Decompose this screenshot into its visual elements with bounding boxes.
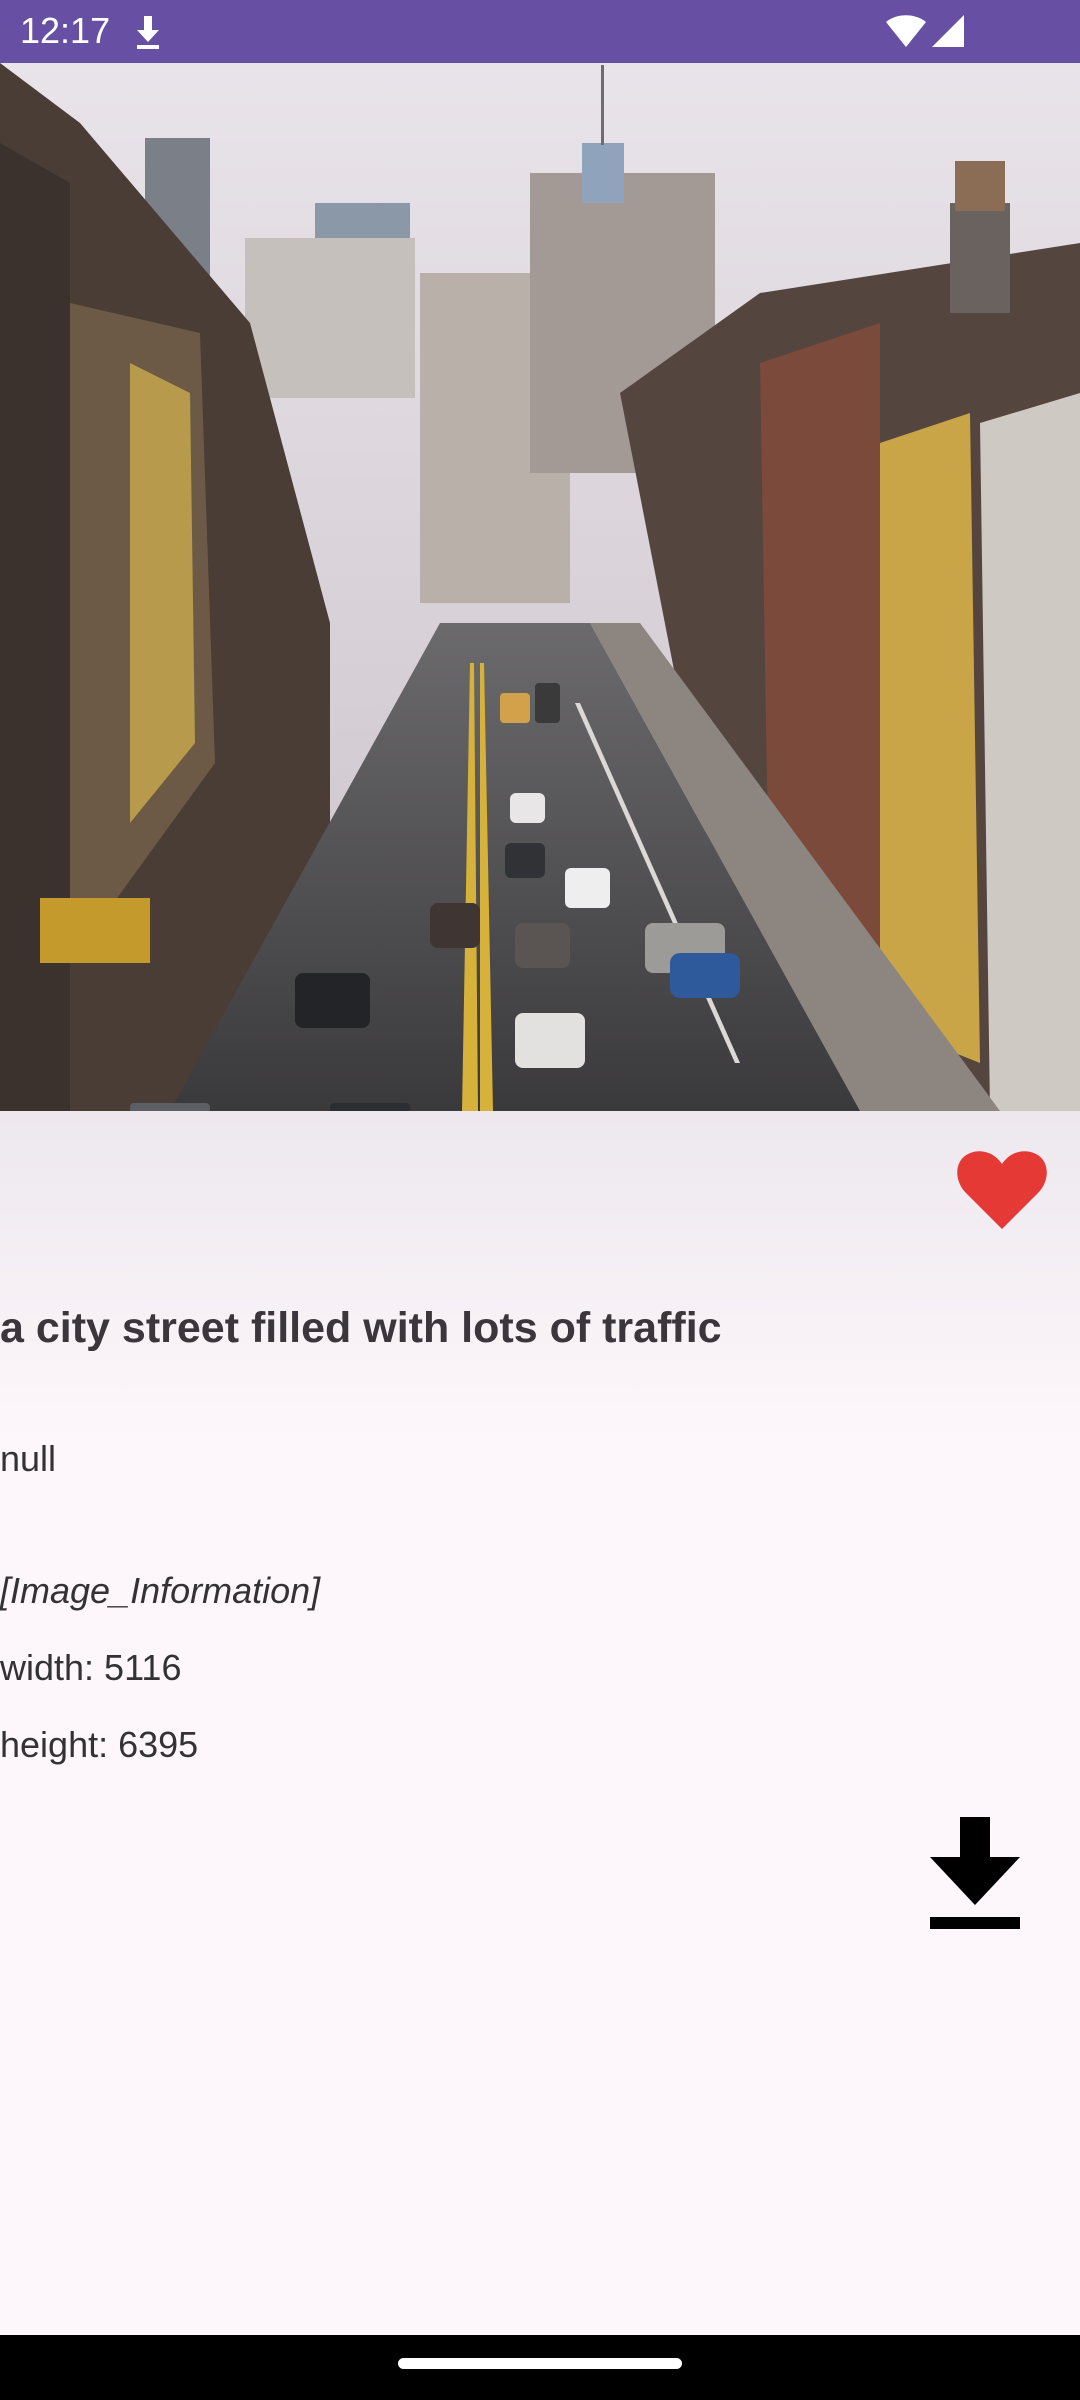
home-gesture-handle[interactable] (398, 2358, 682, 2369)
favorite-button[interactable] (950, 1142, 1054, 1238)
navigation-bar (0, 2335, 1080, 2400)
download-icon (930, 1816, 1020, 1929)
wifi-icon (885, 13, 927, 54)
signal-icon (930, 13, 966, 54)
photo-description: null (0, 1438, 57, 1479)
download-button[interactable] (920, 1810, 1030, 1935)
content-background (0, 1111, 1080, 1441)
image-height: height: 6395 (0, 1724, 199, 1765)
image-width: width: 5116 (0, 1647, 182, 1688)
download-notification-icon (130, 12, 166, 57)
image-info-header: [Image_Information] (0, 1570, 321, 1611)
status-time: 12:17 (20, 10, 111, 51)
status-bar: 12:17 (0, 0, 1080, 63)
photo-title: a city street filled with lots of traffi… (0, 1304, 722, 1352)
heart-icon (957, 1151, 1047, 1229)
hero-image (0, 63, 1080, 1111)
